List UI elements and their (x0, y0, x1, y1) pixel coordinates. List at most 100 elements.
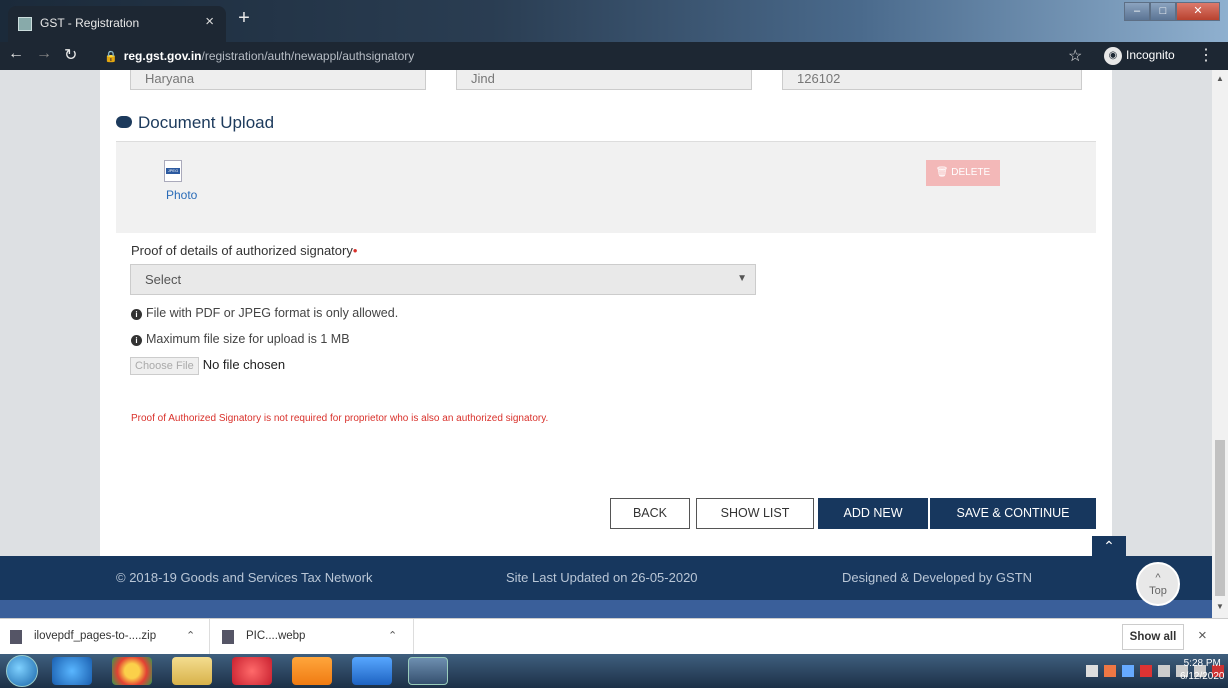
bookmark-star-icon[interactable]: ☆ (1068, 46, 1082, 66)
url-path: /registration/auth/newappl/authsignatory (201, 49, 415, 63)
proof-label-text: Proof of details of authorized signatory (131, 243, 353, 258)
scroll-up-button[interactable]: ⌃ (1092, 536, 1126, 558)
top-label: Top (1149, 585, 1167, 597)
uploaded-documents-panel: JPEG Photo 🗑 DELETE (116, 141, 1096, 233)
footer-designed-by: Designed & Developed by GSTN (842, 570, 1033, 585)
scrollbar-thumb[interactable] (1215, 440, 1225, 596)
url-field[interactable]: 🔒 reg.gst.gov.in/registration/auth/newapp… (104, 45, 1094, 67)
choose-file-button[interactable]: Choose File (130, 357, 199, 375)
chevron-up-icon[interactable]: ⌃ (186, 629, 195, 642)
app-icon[interactable] (232, 657, 272, 685)
windows-start-icon[interactable] (6, 655, 38, 687)
footer-bottom-bar (0, 600, 1212, 618)
vlc-icon[interactable] (292, 657, 332, 685)
forward-arrow-icon[interactable]: → (36, 45, 52, 63)
address-bar: ← → ↻ 🔒 reg.gst.gov.in/registration/auth/… (0, 42, 1228, 70)
info-icon: i (131, 309, 142, 320)
download-name: PIC....webp (246, 630, 306, 642)
info-size: i Maximum file size for upload is 1 MB (131, 332, 350, 346)
chrome-icon[interactable] (112, 657, 152, 685)
tab-close-icon[interactable]: × (205, 13, 214, 30)
district-select[interactable]: Jind (456, 70, 752, 90)
district-value: Jind (471, 71, 495, 86)
footer: © 2018-19 Goods and Services Tax Network… (0, 556, 1212, 600)
footer-copyright: © 2018-19 Goods and Services Tax Network (116, 570, 373, 585)
show-all-button[interactable]: Show all (1122, 624, 1184, 650)
add-new-button[interactable]: ADD NEW (818, 498, 928, 529)
info-icon: i (131, 335, 142, 346)
tray-icon[interactable] (1140, 665, 1152, 677)
proof-select[interactable]: Select ▼ (130, 264, 756, 295)
tab-title: GST - Registration (40, 16, 140, 30)
media-player-icon[interactable] (352, 657, 392, 685)
new-tab-button[interactable]: + (232, 7, 256, 31)
window-controls: – □ ✕ (1124, 2, 1220, 22)
browser-menu-icon[interactable]: ⋮ (1198, 45, 1214, 65)
browser-title-bar: GST - Registration × + – □ ✕ (0, 0, 1228, 42)
info-size-text: Maximum file size for upload is 1 MB (146, 332, 350, 346)
no-file-text: No file chosen (202, 357, 286, 372)
maximize-button[interactable]: □ (1150, 2, 1176, 21)
incognito-icon: ◉ (1104, 47, 1122, 65)
pin-value: 126102 (797, 71, 841, 86)
download-item[interactable]: ilovepdf_pages-to-....zip ⌃ (0, 619, 210, 655)
internet-explorer-icon[interactable] (52, 657, 92, 685)
scroll-up-arrow-icon[interactable]: ▲ (1216, 74, 1224, 83)
minimize-button[interactable]: – (1124, 2, 1150, 21)
download-shelf: ilovepdf_pages-to-....zip ⌃ PIC....webp … (0, 618, 1228, 655)
cloud-upload-icon (116, 115, 132, 128)
url-host: reg.gst.gov.in (123, 49, 202, 63)
page-scrollbar[interactable]: ▲ ▼ (1212, 70, 1228, 618)
download-item[interactable]: PIC....webp ⌃ (212, 619, 414, 655)
system-clock[interactable]: 5:28 PM 6/12/2020 (1180, 657, 1225, 683)
document-upload-heading: Document Upload (116, 113, 274, 133)
required-marker: • (352, 243, 358, 258)
tray-icon[interactable] (1086, 665, 1098, 677)
proprietor-notice: Proof of Authorized Signatory is not req… (131, 413, 549, 424)
delete-label: DELETE (951, 167, 991, 178)
download-name: ilovepdf_pages-to-....zip (34, 630, 157, 642)
incognito-label: Incognito (1126, 48, 1175, 63)
proof-label: Proof of details of authorized signatory… (131, 243, 357, 258)
windows-taskbar: 5:28 PM 6/12/2020 (0, 654, 1228, 688)
photo-link[interactable]: Photo (166, 188, 197, 202)
back-arrow-icon[interactable]: ← (8, 45, 24, 63)
footer-last-updated: Site Last Updated on 26-05-2020 (506, 570, 698, 585)
clock-time: 5:28 PM (1183, 658, 1221, 669)
show-list-button[interactable]: SHOW LIST (696, 498, 814, 529)
pin-code-field[interactable]: 126102 (782, 70, 1082, 90)
jpeg-file-icon-label: JPEG (166, 168, 180, 174)
caret-up-icon: ^ (1155, 572, 1161, 584)
clock-date: 6/12/2020 (1180, 671, 1225, 682)
chevron-down-icon: ▼ (737, 273, 747, 284)
tray-icon[interactable] (1104, 665, 1116, 677)
bluetooth-icon[interactable] (1122, 665, 1134, 677)
image-file-icon (222, 630, 234, 644)
scroll-down-arrow-icon[interactable]: ▼ (1216, 602, 1224, 611)
delete-button[interactable]: 🗑 DELETE (926, 160, 1000, 186)
window-close-button[interactable]: ✕ (1176, 2, 1220, 21)
gst-favicon-icon (18, 17, 32, 31)
page-viewport: Haryana Jind 126102 Document Upload JPEG… (0, 70, 1212, 618)
lock-icon: 🔒 (104, 51, 118, 63)
zip-file-icon (10, 630, 22, 644)
close-shelf-icon[interactable]: × (1198, 627, 1207, 644)
network-icon[interactable] (1158, 665, 1170, 677)
save-continue-button[interactable]: SAVE & CONTINUE (930, 498, 1096, 529)
chevron-up-icon[interactable]: ⌃ (388, 629, 397, 642)
document-upload-title: Document Upload (138, 113, 275, 132)
proof-select-value: Select (145, 272, 182, 287)
app-icon[interactable] (408, 657, 448, 685)
back-to-top-button[interactable]: ^ Top (1136, 562, 1180, 606)
browser-tab[interactable]: GST - Registration × (8, 6, 226, 42)
jpeg-file-icon: JPEG (164, 160, 182, 182)
file-explorer-icon[interactable] (172, 657, 212, 685)
info-format-text: File with PDF or JPEG format is only all… (146, 306, 399, 320)
reload-icon[interactable]: ↻ (64, 45, 77, 65)
state-select[interactable]: Haryana (130, 70, 426, 90)
back-button[interactable]: BACK (610, 498, 690, 529)
file-input[interactable]: Choose File No file chosen (130, 357, 285, 377)
info-format: i File with PDF or JPEG format is only al… (131, 306, 398, 320)
form-card: Haryana Jind 126102 Document Upload JPEG… (100, 70, 1112, 556)
incognito-indicator[interactable]: ◉ Incognito (1104, 47, 1175, 65)
